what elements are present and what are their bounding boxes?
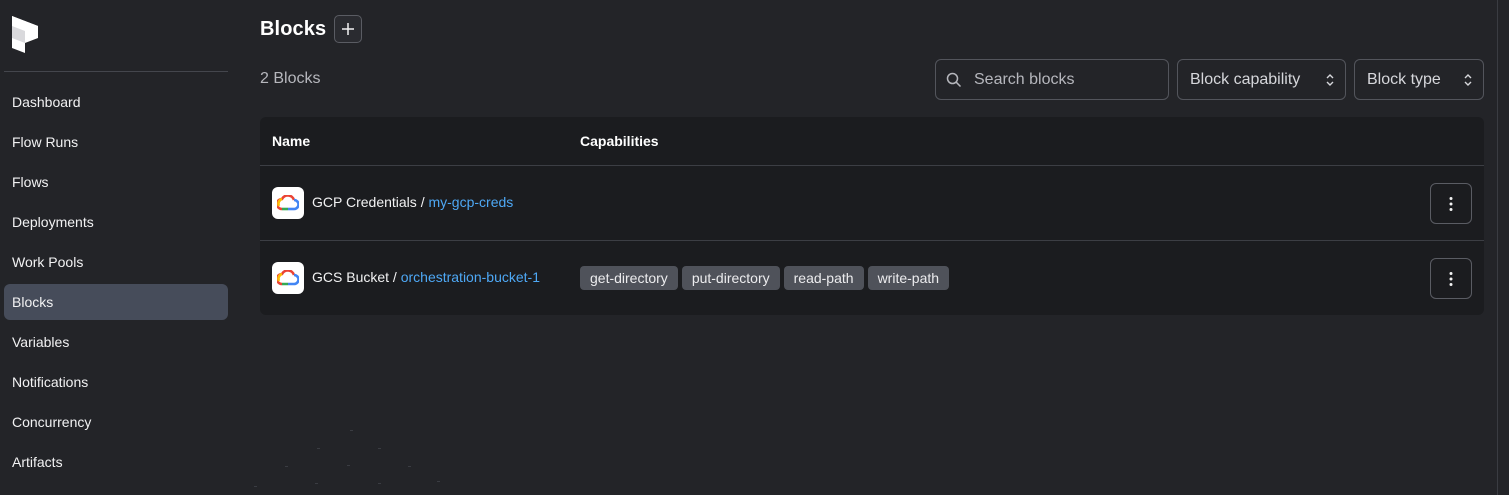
more-vertical-icon	[1449, 196, 1453, 211]
plus-icon	[342, 23, 355, 35]
sidebar-item-label: Concurrency	[12, 414, 92, 430]
sidebar-item-label: Notifications	[12, 374, 89, 390]
sidebar-item-artifacts[interactable]: Artifacts	[4, 444, 228, 480]
table-row: GCS Bucket / orchestration-bucket-1 get-…	[260, 240, 1484, 315]
search-icon	[946, 72, 962, 87]
sidebar-item-label: Artifacts	[12, 454, 63, 470]
sidebar-item-label: Variables	[12, 334, 70, 350]
sidebar-item-dashboard[interactable]: Dashboard	[4, 84, 228, 120]
add-block-button[interactable]	[334, 15, 363, 43]
sidebar-item-notifications[interactable]: Notifications	[4, 364, 228, 400]
google-cloud-icon	[272, 262, 304, 294]
search-field[interactable]	[935, 59, 1169, 100]
table-header: Name Capabilities	[260, 117, 1484, 166]
sidebar-item-deployments[interactable]: Deployments	[4, 204, 228, 240]
window-edge	[1497, 0, 1509, 495]
sidebar-item-flows[interactable]: Flows	[4, 164, 228, 200]
chevron-up-down-icon	[1464, 74, 1472, 86]
capability-badge: read-path	[783, 266, 864, 290]
capability-badge: put-directory	[681, 266, 780, 290]
sidebar-item-flow-runs[interactable]: Flow Runs	[4, 124, 228, 160]
sidebar: Dashboard Flow Runs Flows Deployments Wo…	[0, 0, 232, 495]
capability-badge: get-directory	[580, 266, 678, 290]
name-separator: /	[420, 194, 425, 210]
sidebar-nav: Dashboard Flow Runs Flows Deployments Wo…	[4, 84, 228, 484]
sidebar-item-concurrency[interactable]: Concurrency	[4, 404, 228, 440]
sidebar-item-label: Blocks	[12, 294, 54, 310]
block-document-link[interactable]: orchestration-bucket-1	[401, 269, 540, 285]
sidebar-item-blocks[interactable]: Blocks	[4, 284, 228, 320]
sidebar-item-label: Work Pools	[12, 254, 84, 270]
block-type-label: GCS Bucket	[312, 269, 390, 285]
block-capability-select[interactable]: Block capability	[1177, 59, 1346, 100]
capabilities-list: get-directory put-directory read-path wr…	[580, 266, 953, 290]
column-header-capabilities: Capabilities	[580, 133, 659, 149]
chevron-up-down-icon	[1326, 74, 1334, 86]
sidebar-item-label: Flow Runs	[12, 134, 79, 150]
column-header-name: Name	[272, 133, 311, 149]
row-menu-button[interactable]	[1430, 258, 1472, 299]
name-separator: /	[392, 269, 397, 285]
capability-badge: write-path	[867, 266, 950, 290]
block-type-select[interactable]: Block type	[1354, 59, 1484, 100]
search-input[interactable]	[972, 69, 1156, 90]
block-document-link[interactable]: my-gcp-creds	[428, 194, 513, 210]
page-header: Blocks	[260, 14, 363, 44]
table-row: GCP Credentials / my-gcp-creds	[260, 166, 1484, 240]
sidebar-item-work-pools[interactable]: Work Pools	[4, 244, 228, 280]
google-cloud-icon	[272, 187, 304, 219]
sidebar-item-label: Deployments	[12, 214, 94, 230]
page-title: Blocks	[260, 17, 327, 40]
block-count: 2 Blocks	[260, 70, 321, 87]
blocks-table: Name Capabilities GCP Credentials / my-g…	[260, 117, 1484, 315]
sidebar-divider	[4, 71, 228, 72]
select-value: Block type	[1367, 70, 1441, 88]
block-type-label: GCP Credentials	[312, 194, 417, 210]
select-value: Block capability	[1190, 70, 1301, 88]
sidebar-item-variables[interactable]: Variables	[4, 324, 228, 360]
prefect-logo-icon[interactable]	[12, 16, 38, 53]
sidebar-item-label: Dashboard	[12, 94, 81, 110]
row-menu-button[interactable]	[1430, 183, 1472, 224]
block-name: GCP Credentials / my-gcp-creds	[312, 194, 513, 210]
more-vertical-icon	[1449, 271, 1453, 286]
block-name: GCS Bucket / orchestration-bucket-1	[312, 269, 540, 285]
app-window: Dashboard Flow Runs Flows Deployments Wo…	[0, 0, 1509, 495]
sidebar-item-label: Flows	[12, 174, 49, 190]
